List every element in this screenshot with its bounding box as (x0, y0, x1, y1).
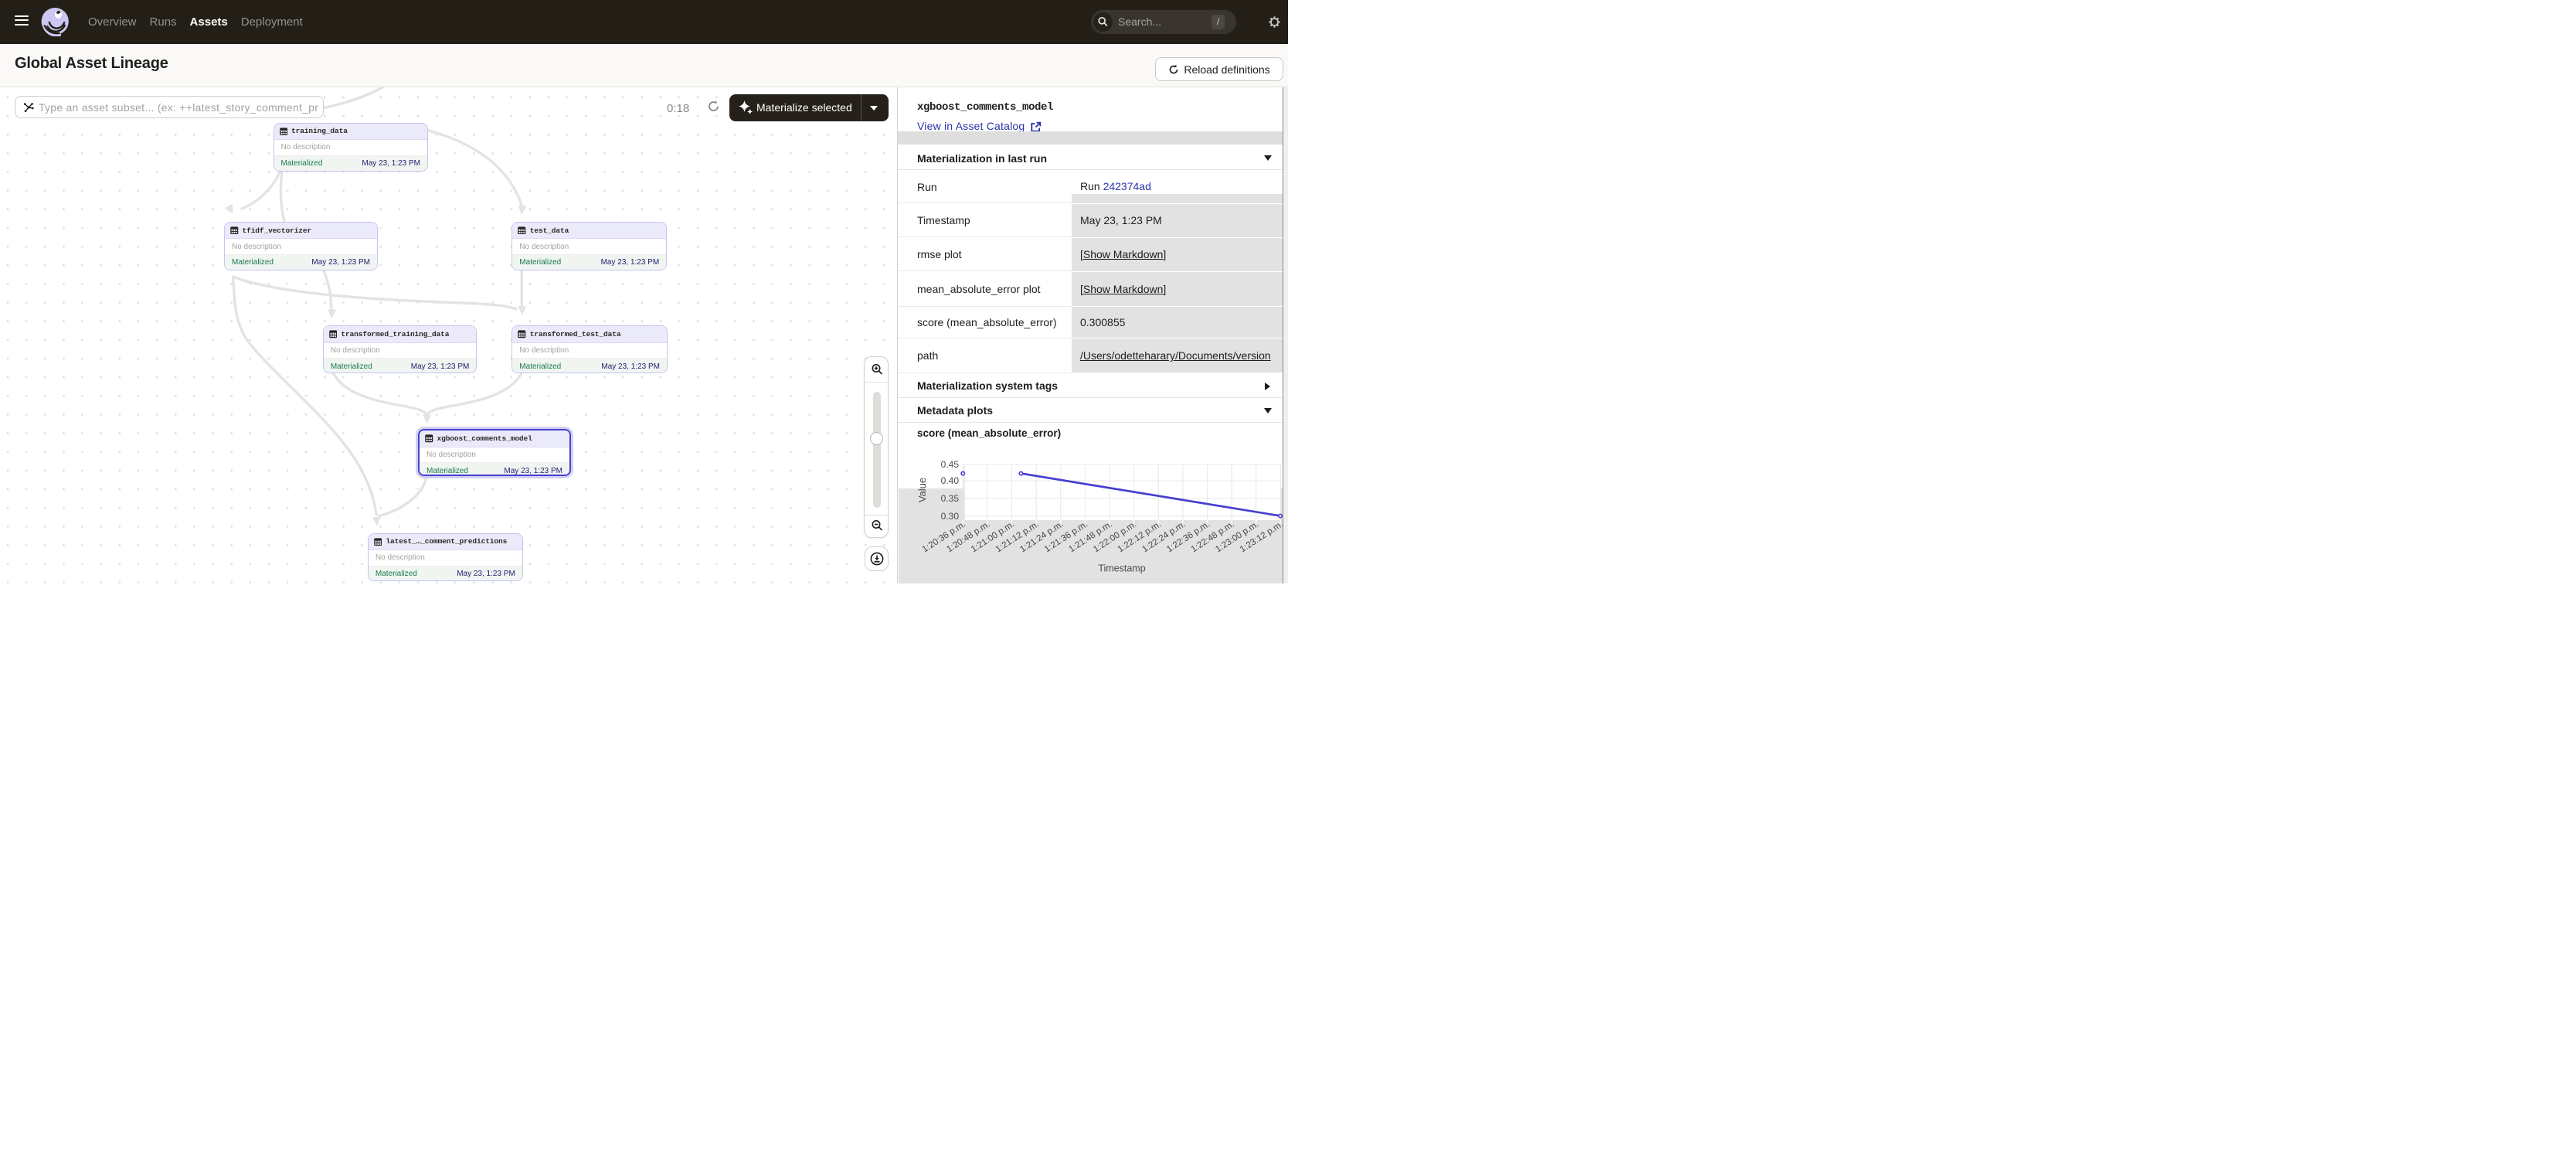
svg-text:Timestamp: Timestamp (1098, 563, 1145, 574)
svg-text:0.30: 0.30 (941, 511, 960, 522)
svg-text:0.35: 0.35 (941, 493, 960, 504)
svg-text:0.45: 0.45 (941, 459, 960, 470)
svg-text:0.40: 0.40 (941, 475, 960, 486)
svg-text:Value: Value (916, 478, 928, 502)
